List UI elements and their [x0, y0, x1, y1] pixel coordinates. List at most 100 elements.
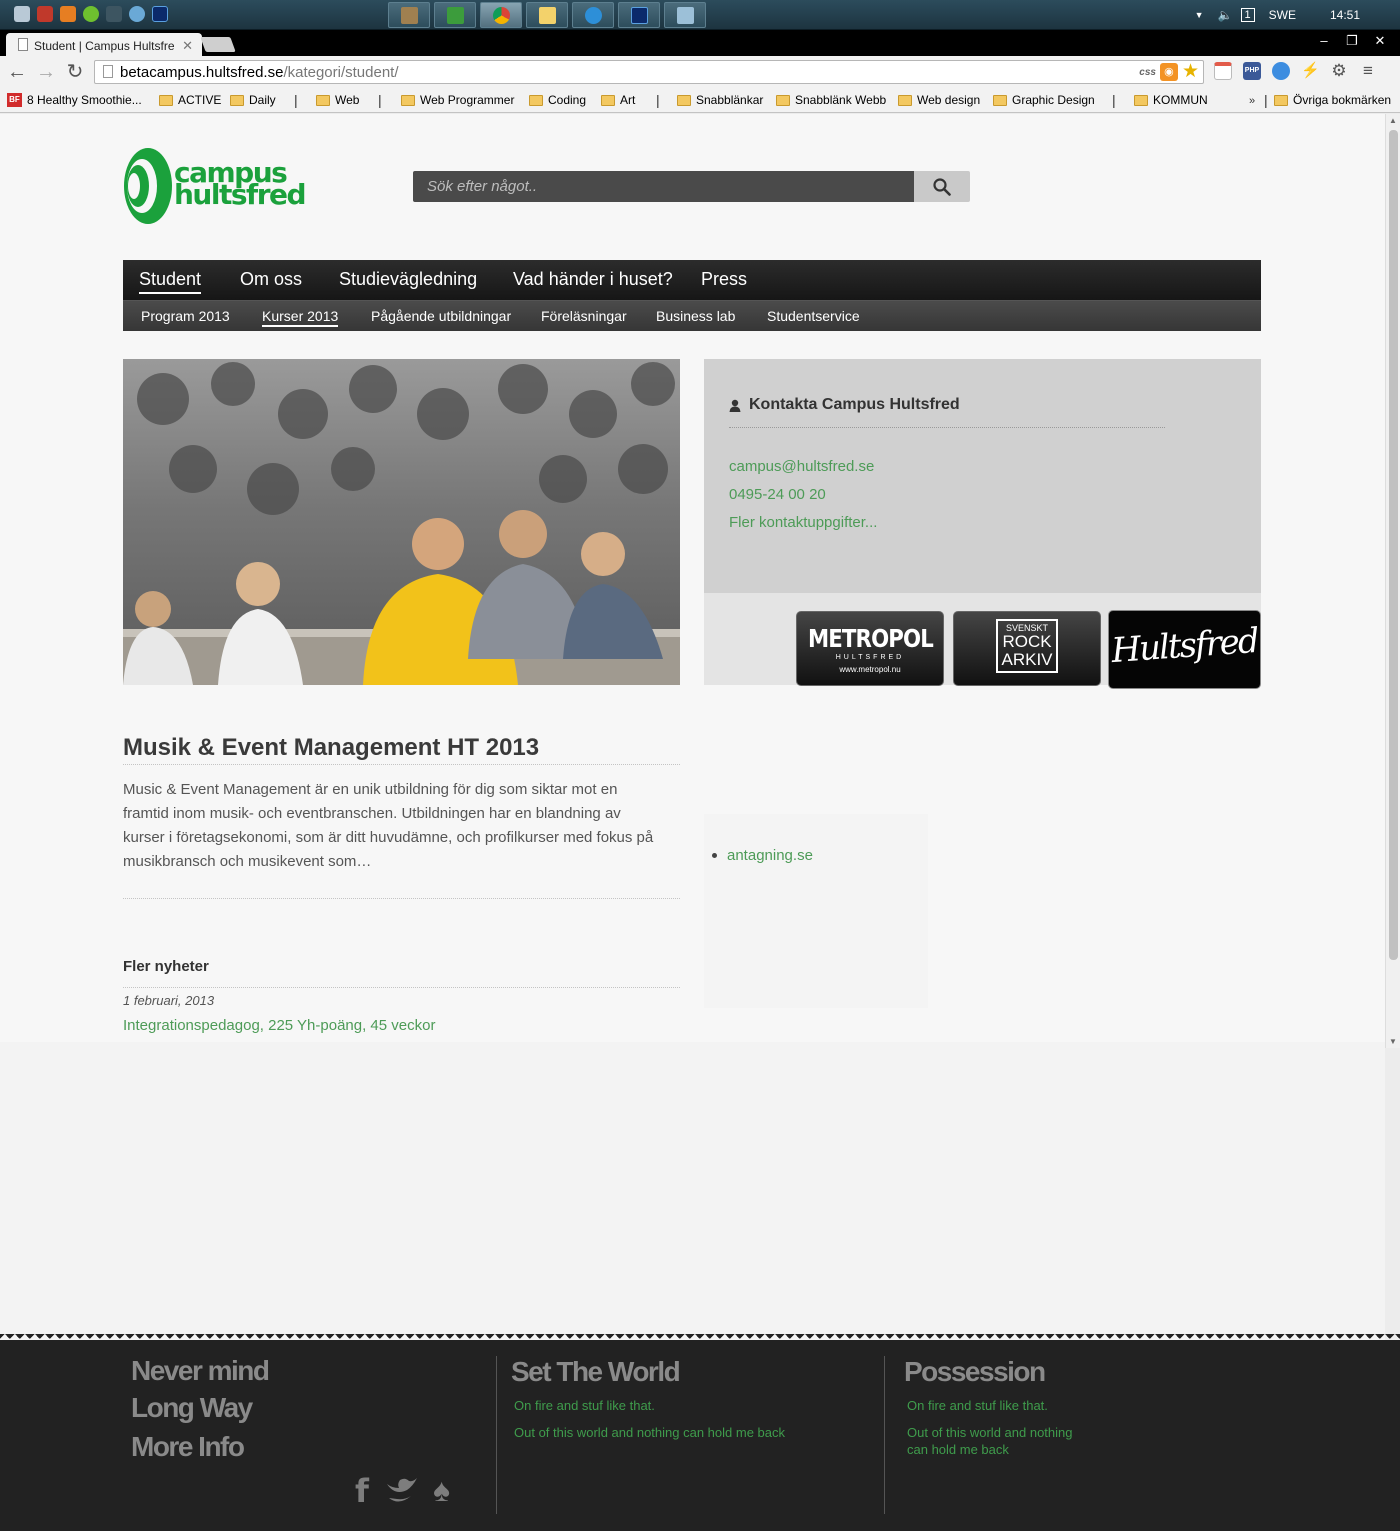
- bookmark-web-programmer[interactable]: Web Programmer: [401, 93, 514, 107]
- taskbar-photoshop[interactable]: [618, 2, 660, 28]
- footer-link-more-info[interactable]: More Info: [131, 1431, 245, 1463]
- bookmark-active[interactable]: ACTIVE: [159, 93, 221, 107]
- minimize-icon[interactable]: –: [1310, 32, 1338, 50]
- footer-link-on-fire[interactable]: On fire and stuf like that.: [907, 1397, 1048, 1414]
- sidebar-link-antagning[interactable]: antagning.se: [712, 847, 813, 864]
- bookmark-daily[interactable]: Daily: [230, 93, 276, 107]
- spotify-icon[interactable]: [83, 6, 99, 22]
- bookmark-star-icon[interactable]: ★: [1182, 62, 1199, 82]
- bookmark-graphic-design[interactable]: Graphic Design: [993, 93, 1095, 107]
- metropol-sub: HULTSFRED: [835, 654, 905, 661]
- footer-link-never-mind[interactable]: Never mind: [131, 1355, 270, 1387]
- scroll-up-icon[interactable]: ▲: [1389, 116, 1397, 125]
- css-viewer-badge[interactable]: css: [1139, 67, 1156, 78]
- footer-link-long-way[interactable]: Long Way: [131, 1392, 253, 1424]
- article-title[interactable]: Musik & Event Management HT 2013: [123, 734, 539, 762]
- language-indicator[interactable]: SWE: [1269, 8, 1296, 22]
- taskbar-app-7[interactable]: [664, 2, 706, 28]
- logo-line-hultsfred: hultsfred: [174, 178, 307, 211]
- subnav-item-forelasningar[interactable]: Föreläsningar: [541, 308, 627, 324]
- bookmark-other[interactable]: Övriga bokmärken: [1274, 93, 1391, 107]
- footer-link-out-of-this-world[interactable]: Out of this world and nothing can hold m…: [907, 1424, 1097, 1458]
- taskbar-apps: [388, 2, 706, 28]
- footer-link-out-of-this-world[interactable]: Out of this world and nothing can hold m…: [514, 1424, 785, 1441]
- owl-icon[interactable]: [106, 6, 122, 22]
- volume-icon[interactable]: 🔈: [1218, 8, 1233, 22]
- search-icon: [933, 177, 951, 196]
- bookmark-snabblankar[interactable]: Snabblänkar: [677, 93, 763, 107]
- spade-icon[interactable]: ♠: [433, 1472, 450, 1509]
- folder-icon: [538, 6, 556, 24]
- bookmark-coding[interactable]: Coding: [529, 93, 586, 107]
- twitter-bird-icon[interactable]: [385, 1476, 419, 1506]
- nav-item-student[interactable]: Student: [139, 269, 202, 294]
- xampp-icon[interactable]: [60, 6, 76, 22]
- address-bar[interactable]: betacampus.hultsfred.se/kategori/student…: [94, 60, 1204, 84]
- contact-heading: Kontakta Campus Hultsfred: [729, 396, 1165, 428]
- bookmark-label: KOMMUN: [1153, 93, 1208, 107]
- page-scrollbar[interactable]: ▲ ▼: [1385, 114, 1400, 1048]
- nav-item-vad-hander[interactable]: Vad händer i huset?: [513, 269, 673, 290]
- taskbar-ie[interactable]: [572, 2, 614, 28]
- tray-arrow-icon[interactable]: ▼: [1195, 10, 1204, 20]
- reload-icon[interactable]: ↻: [63, 60, 87, 84]
- menu-icon[interactable]: ≡: [1359, 62, 1377, 80]
- search-input[interactable]: [413, 171, 914, 202]
- v-extension-icon[interactable]: [1272, 62, 1290, 80]
- filezilla-icon[interactable]: [37, 6, 53, 22]
- nav-item-studievagledning[interactable]: Studievägledning: [339, 269, 477, 290]
- taskbar-app-2[interactable]: [434, 2, 476, 28]
- bookmark-web[interactable]: Web: [316, 93, 359, 107]
- hultsfred-logo[interactable]: Hultsfred: [1108, 610, 1261, 689]
- tab-student[interactable]: Student | Campus Hultsfre ✕: [6, 33, 202, 56]
- bookmark-smoothie[interactable]: BF 8 Healthy Smoothie...: [7, 93, 142, 107]
- news-link[interactable]: Integrationspedagog, 225 Yh-poäng, 45 ve…: [123, 1017, 435, 1034]
- notification-badge[interactable]: 1: [1240, 8, 1255, 22]
- contact-email-link[interactable]: campus@hultsfred.se: [729, 458, 874, 475]
- photoshop-icon[interactable]: [152, 6, 168, 22]
- subnav-item-business-lab[interactable]: Business lab: [656, 308, 735, 324]
- rss-icon[interactable]: ◉: [1159, 63, 1178, 81]
- subnav-item-pagaende[interactable]: Pågående utbildningar: [371, 308, 511, 324]
- clock[interactable]: 14:51: [1330, 8, 1360, 22]
- forward-icon[interactable]: →: [34, 60, 58, 84]
- facebook-icon[interactable]: f: [355, 1472, 369, 1510]
- scrollbar-thumb[interactable]: [1389, 130, 1398, 960]
- taskbar-chrome[interactable]: [480, 2, 522, 28]
- close-tab-icon[interactable]: ✕: [182, 38, 193, 54]
- subnav-item-studentservice[interactable]: Studentservice: [767, 308, 860, 324]
- sidebar-links-box: [704, 814, 928, 1008]
- nav-item-om-oss[interactable]: Om oss: [240, 269, 302, 290]
- campus-hultsfred-logo[interactable]: campus hultsfred: [122, 146, 322, 228]
- new-tab-button[interactable]: [200, 37, 236, 52]
- sidebar-link-label: antagning.se: [727, 847, 813, 864]
- bookmark-kommun[interactable]: KOMMUN: [1134, 93, 1208, 107]
- contact-more-link[interactable]: Fler kontaktuppgifter...: [729, 514, 877, 531]
- scroll-down-icon[interactable]: ▼: [1389, 1037, 1397, 1046]
- disk-icon[interactable]: [129, 6, 145, 22]
- subnav-item-kurser-2013[interactable]: Kurser 2013: [262, 308, 339, 327]
- bookmark-web-design[interactable]: Web design: [898, 93, 980, 107]
- back-icon[interactable]: ←: [5, 60, 29, 84]
- restore-icon[interactable]: ❐: [1338, 32, 1366, 50]
- search-button[interactable]: [914, 171, 970, 202]
- nav-item-press[interactable]: Press: [701, 269, 747, 290]
- bookmark-art[interactable]: Art: [601, 93, 635, 107]
- contact-phone-link[interactable]: 0495-24 00 20: [729, 486, 826, 503]
- subnav-item-program-2013[interactable]: Program 2013: [141, 308, 230, 324]
- php-extension-icon[interactable]: PHP: [1243, 62, 1261, 80]
- svenskt-rockarkiv-logo[interactable]: SVENSKT ROCK ARKIV: [953, 611, 1101, 686]
- settings-gear-icon[interactable]: ⚙: [1330, 62, 1348, 80]
- bookmarks-overflow-icon[interactable]: »: [1249, 95, 1255, 107]
- folder-icon: [529, 94, 543, 106]
- notepad-icon[interactable]: [14, 6, 30, 22]
- calendar-extension-icon[interactable]: [1214, 62, 1232, 80]
- metropol-logo[interactable]: METROPOL HULTSFRED www.metropol.nu: [796, 611, 944, 686]
- lightning-extension-icon[interactable]: ⚡: [1301, 62, 1320, 80]
- bookmark-snabblank-webb[interactable]: Snabblänk Webb: [776, 93, 886, 107]
- taskbar-explorer[interactable]: [526, 2, 568, 28]
- footer-link-on-fire[interactable]: On fire and stuf like that.: [514, 1397, 655, 1414]
- taskbar-app-1[interactable]: [388, 2, 430, 28]
- rockarkiv-line-2: ROCK: [1002, 632, 1052, 651]
- close-window-icon[interactable]: ✕: [1366, 32, 1394, 50]
